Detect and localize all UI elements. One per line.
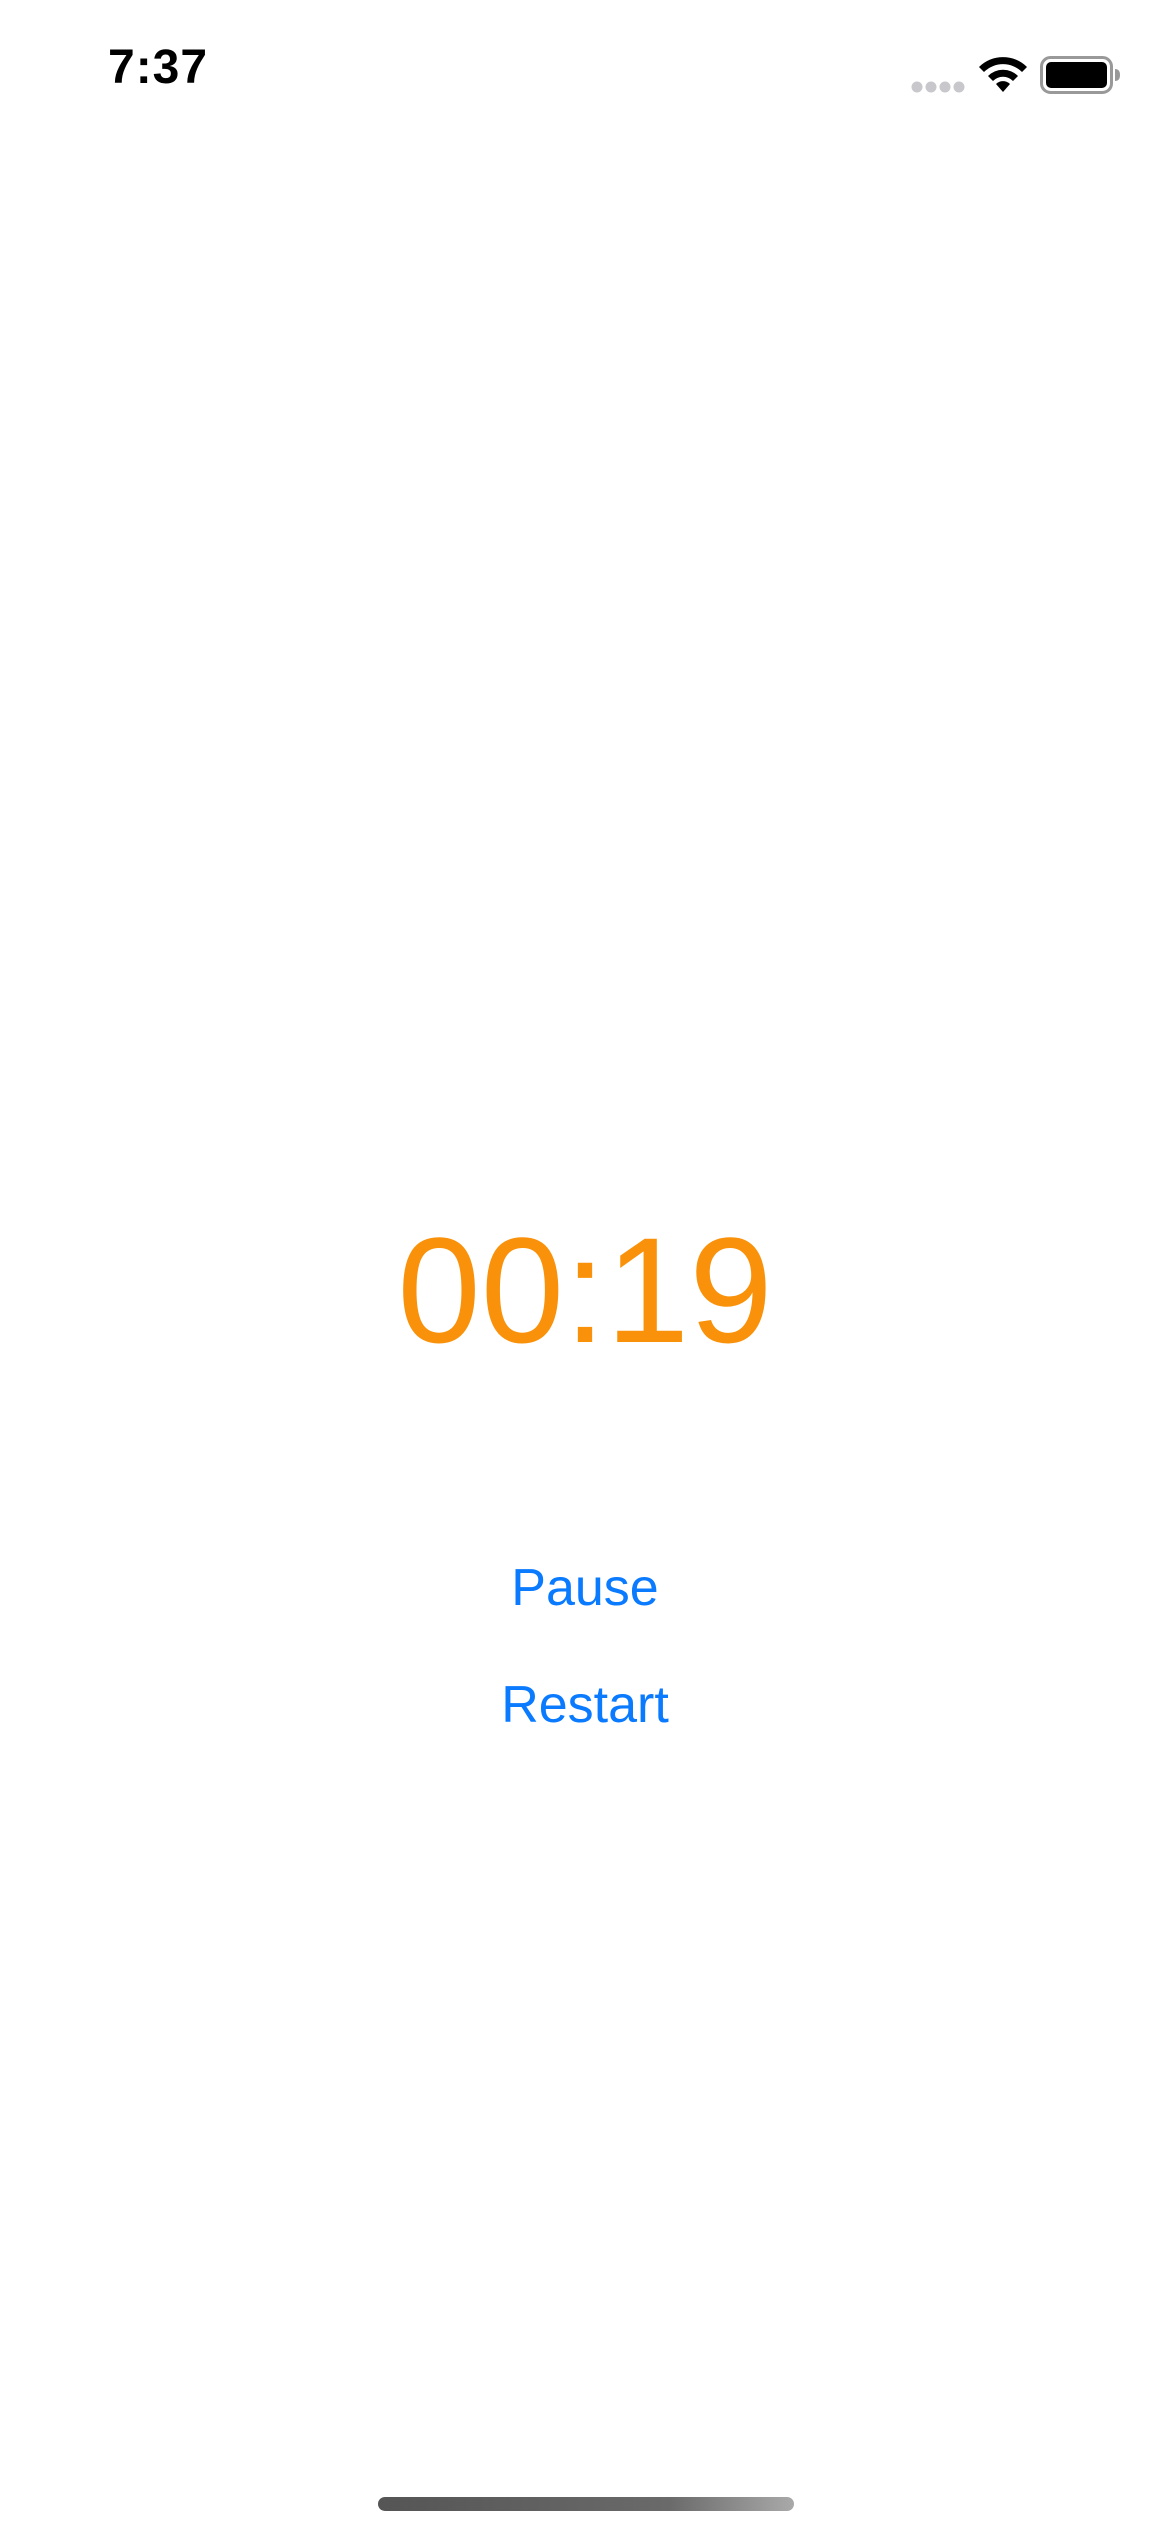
- status-bar: 7:37: [0, 0, 1170, 150]
- restart-button[interactable]: Restart: [385, 1665, 785, 1745]
- timer-display: 00:19: [397, 1206, 773, 1374]
- status-time: 7:37: [108, 41, 209, 94]
- wifi-icon: [979, 57, 1027, 92]
- battery-icon: [1040, 56, 1120, 94]
- signal-dots-icon: [911, 81, 965, 93]
- home-indicator[interactable]: [378, 2497, 794, 2511]
- pause-button[interactable]: Pause: [385, 1548, 785, 1628]
